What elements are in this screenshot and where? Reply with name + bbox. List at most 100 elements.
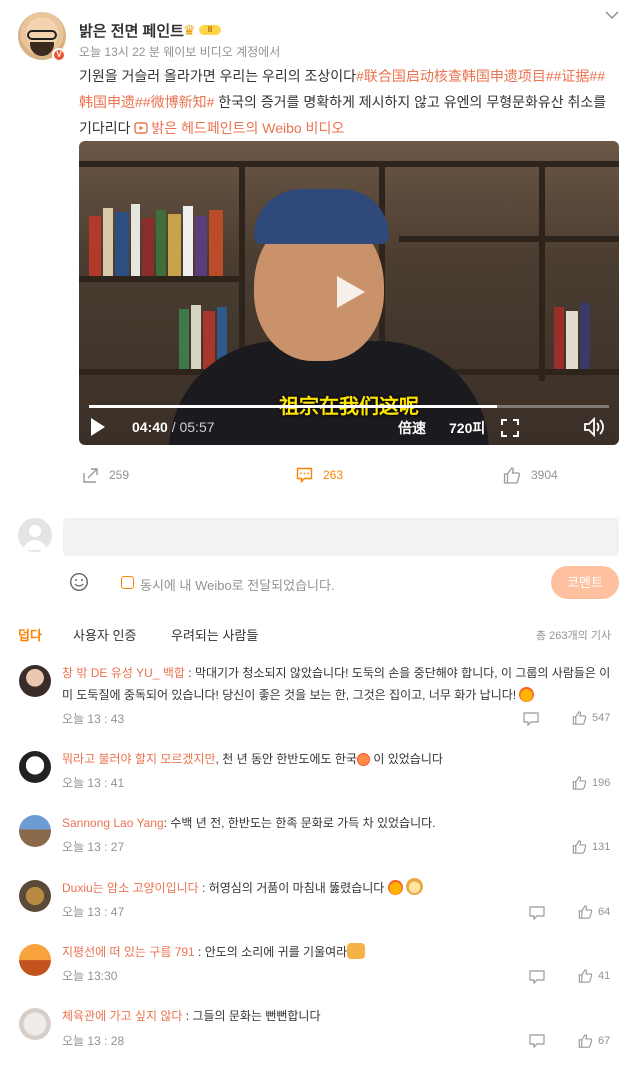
comment-user[interactable]: 창 밖 DE 유성 YU_ 백합 [62, 666, 185, 680]
book [191, 305, 201, 369]
reply-icon[interactable] [529, 906, 545, 920]
comment-time: 오늘 13 : 28 [62, 1034, 125, 1048]
book [566, 311, 578, 369]
comment-like-button[interactable]: 196 [572, 776, 610, 790]
thumbs-up-emoji-icon [347, 943, 366, 959]
crown-icon: ♛ [183, 22, 196, 38]
hashtag-weibo-knowledge[interactable]: #微博新知# [143, 94, 215, 110]
comment-body: : 그들의 문화는 뻔뻔합니다 [182, 1009, 321, 1023]
hashtag-un-review[interactable]: #联合国启动核查韩国申遗项目# [356, 68, 554, 84]
like-count: 3904 [531, 468, 558, 482]
book [209, 210, 223, 276]
play-icon[interactable] [89, 416, 107, 438]
book-row [554, 301, 614, 369]
comment-like-count: 547 [592, 712, 611, 724]
hashtag-evidence[interactable]: #证据# [554, 68, 598, 84]
post-text: 기원을 거슬러 올라가면 우리는 우리의 조상이다#联合国启动核查韩国申遗项目#… [79, 63, 617, 141]
current-time: 04:40 [132, 419, 168, 435]
emoji-icon [356, 753, 370, 766]
book [195, 216, 207, 276]
thumbs-up-icon [572, 840, 587, 854]
comment-body: : 허영심의 거품이 마침내 뚫렸습니다 [198, 881, 385, 895]
comment-like-button[interactable]: 67 [578, 1034, 610, 1048]
comment-user[interactable]: 지평선에 떠 있는 구름 791 [62, 945, 195, 959]
reply-icon[interactable] [523, 712, 539, 726]
tab-verified[interactable]: 사용자 인증 [73, 625, 136, 644]
comment-body: , 천 년 동안 한반도에도 한국 [215, 752, 357, 766]
comment-text: 체육관에 가고 싶지 않다 : 그들의 문화는 뻔뻔합니다 [62, 1005, 616, 1027]
post-meta: 오늘 13시 22 분 웨이보 비디오 계정에서 [79, 45, 281, 59]
comment-like-count: 67 [598, 1035, 611, 1047]
my-avatar [18, 518, 52, 552]
comment-body: : 안도의 소리에 귀를 기울여라 [194, 945, 348, 959]
comment-like-count: 131 [592, 841, 611, 853]
chevron-down-icon[interactable] [603, 8, 621, 22]
like-button[interactable]: 3904 [503, 465, 558, 485]
comment-like-button[interactable]: 131 [572, 840, 610, 854]
doge-emoji-icon [406, 878, 424, 895]
comment-avatar[interactable] [19, 880, 51, 912]
repost-checkbox[interactable] [121, 576, 134, 589]
vip-badge: ♛ II [183, 22, 223, 38]
book [89, 216, 101, 276]
video-progress-fill [89, 405, 497, 408]
tab-concerned[interactable]: 우려되는 사람들 [171, 625, 258, 644]
comment-input[interactable] [63, 518, 619, 556]
reply-icon[interactable] [529, 970, 545, 984]
video-link[interactable]: 밝은 헤드페인트의 Weibo 비디오 [134, 120, 344, 136]
angry-emoji-icon [519, 687, 535, 702]
comment-button[interactable]: 263 [296, 465, 343, 485]
comment-avatar[interactable] [19, 665, 51, 697]
shelf [79, 276, 239, 282]
comment-user[interactable]: 체육관에 가고 싶지 않다 [62, 1009, 182, 1023]
book [179, 309, 189, 369]
repost-label: 동시에 내 Weibo로 전달되었습니다. [140, 578, 335, 593]
comment-avatar[interactable] [19, 1008, 51, 1040]
fullscreen-icon[interactable] [501, 419, 519, 437]
comment-avatar[interactable] [19, 751, 51, 783]
thumbs-up-icon [503, 466, 521, 484]
post-text-1: 기원을 거슬러 올라가면 우리는 우리의 조상이다 [79, 68, 357, 84]
comment-avatar[interactable] [19, 815, 51, 847]
comment-user[interactable]: 뭐라고 불러야 할지 모르겠지만 [62, 752, 216, 766]
volume-icon[interactable] [583, 417, 605, 437]
comment-count: 263 [323, 468, 344, 482]
comment-like-button[interactable]: 64 [578, 905, 610, 919]
comment-text: 지평선에 떠 있는 구름 791 : 안도의 소리에 귀를 기울여라 [62, 941, 616, 963]
comment-avatar[interactable] [19, 944, 51, 976]
thumbs-up-icon [578, 1034, 593, 1048]
default-avatar-icon [23, 525, 47, 550]
comment-time: 오늘 13 : 41 [62, 776, 125, 790]
shelf-divider [539, 161, 545, 381]
book [142, 218, 154, 276]
avatar-glasses [27, 30, 57, 40]
comment-like-button[interactable]: 41 [578, 969, 610, 983]
comment-like-button[interactable]: 547 [572, 711, 610, 725]
play-overlay-icon[interactable] [331, 274, 367, 310]
thumbs-up-icon [578, 969, 593, 983]
emoji-icon[interactable] [69, 572, 89, 592]
speed-button[interactable]: 倍速 [398, 418, 426, 438]
comment-text: 창 밖 DE 유성 YU_ 백합 : 막대기가 청소되지 않았습니다! 도둑의 … [62, 662, 616, 706]
submit-comment-button[interactable]: 코멘트 [551, 566, 619, 599]
thumbs-up-icon [572, 776, 587, 790]
comment-time: 오늘 13:30 [62, 969, 118, 983]
comment-like-count: 41 [598, 970, 611, 982]
share-button[interactable]: 259 [82, 465, 129, 485]
video-time: 04:40 / 05:57 [132, 419, 215, 435]
author-name[interactable]: 밝은 전면 페인트 [79, 20, 184, 41]
reply-icon[interactable] [529, 1034, 545, 1048]
video-progress-bar[interactable] [89, 405, 609, 408]
book [103, 208, 113, 276]
comment-user[interactable]: Sannong Lao Yang [62, 816, 164, 830]
resolution-button[interactable]: 720피 [449, 418, 485, 438]
shelf [399, 236, 619, 242]
comment-time: 오늘 13 : 27 [62, 840, 125, 854]
total-comments: 총 263개의 기사 [536, 630, 612, 642]
comment-like-count: 64 [598, 906, 611, 918]
book [115, 212, 129, 276]
book [580, 303, 590, 369]
tab-hot[interactable]: 덥다 [18, 625, 42, 644]
video-player[interactable]: 祖宗在我们这呢 04:40 / 05:57 倍速 720피 [79, 141, 619, 445]
comment-user[interactable]: Duxiu는 암소 고양이입니다 [62, 881, 199, 895]
